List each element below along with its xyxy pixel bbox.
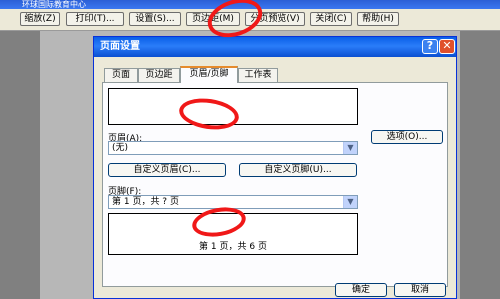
tab-sheet[interactable]: 工作表 [238,68,278,82]
ok-button[interactable]: 确定 [335,283,387,297]
help-button[interactable]: 帮助(H) [357,12,399,26]
page-setup-dialog: 页面设置 ? ✕ 页面 页边距 页眉/页脚 工作表 页眉(A): (无) ▼ 选… [93,36,457,299]
options-button[interactable]: 选项(O)... [371,130,443,144]
close-preview-button[interactable]: 关闭(C) [310,12,352,26]
dialog-title: 页面设置 [100,41,140,52]
setup-button[interactable]: 设置(S)... [129,12,181,26]
tab-margins[interactable]: 页边距 [138,68,180,82]
tab-header-footer[interactable]: 页眉/页脚 [180,66,238,83]
tab-page[interactable]: 页面 [104,68,138,82]
footer-select[interactable]: 第 1 页，共 ? 页 ▼ [108,195,358,209]
footer-select-value: 第 1 页，共 ? 页 [112,197,179,207]
zoom-button[interactable]: 缩放(Z) [20,12,60,26]
dialog-help-button[interactable]: ? [422,39,438,54]
dialog-title-bar[interactable]: 页面设置 [94,37,456,57]
header-footer-panel: 页眉(A): (无) ▼ 选项(O)... 自定义页眉(C)... 自定义页脚(… [102,82,448,287]
chevron-down-icon: ▼ [343,142,357,154]
footer-preview-text: 第 1 页，共 6 页 [199,242,267,252]
app-title: 环球国际教育中心 [22,0,86,9]
dialog-close-button[interactable]: ✕ [439,39,455,54]
custom-header-button[interactable]: 自定义页眉(C)... [108,163,226,177]
header-select-value: (无) [112,143,129,153]
cancel-button[interactable]: 取消 [394,283,446,297]
chevron-down-icon: ▼ [343,196,357,208]
header-select[interactable]: (无) ▼ [108,141,358,155]
custom-footer-button[interactable]: 自定义页脚(U)... [239,163,357,177]
print-button[interactable]: 打印(T)... [66,12,124,26]
